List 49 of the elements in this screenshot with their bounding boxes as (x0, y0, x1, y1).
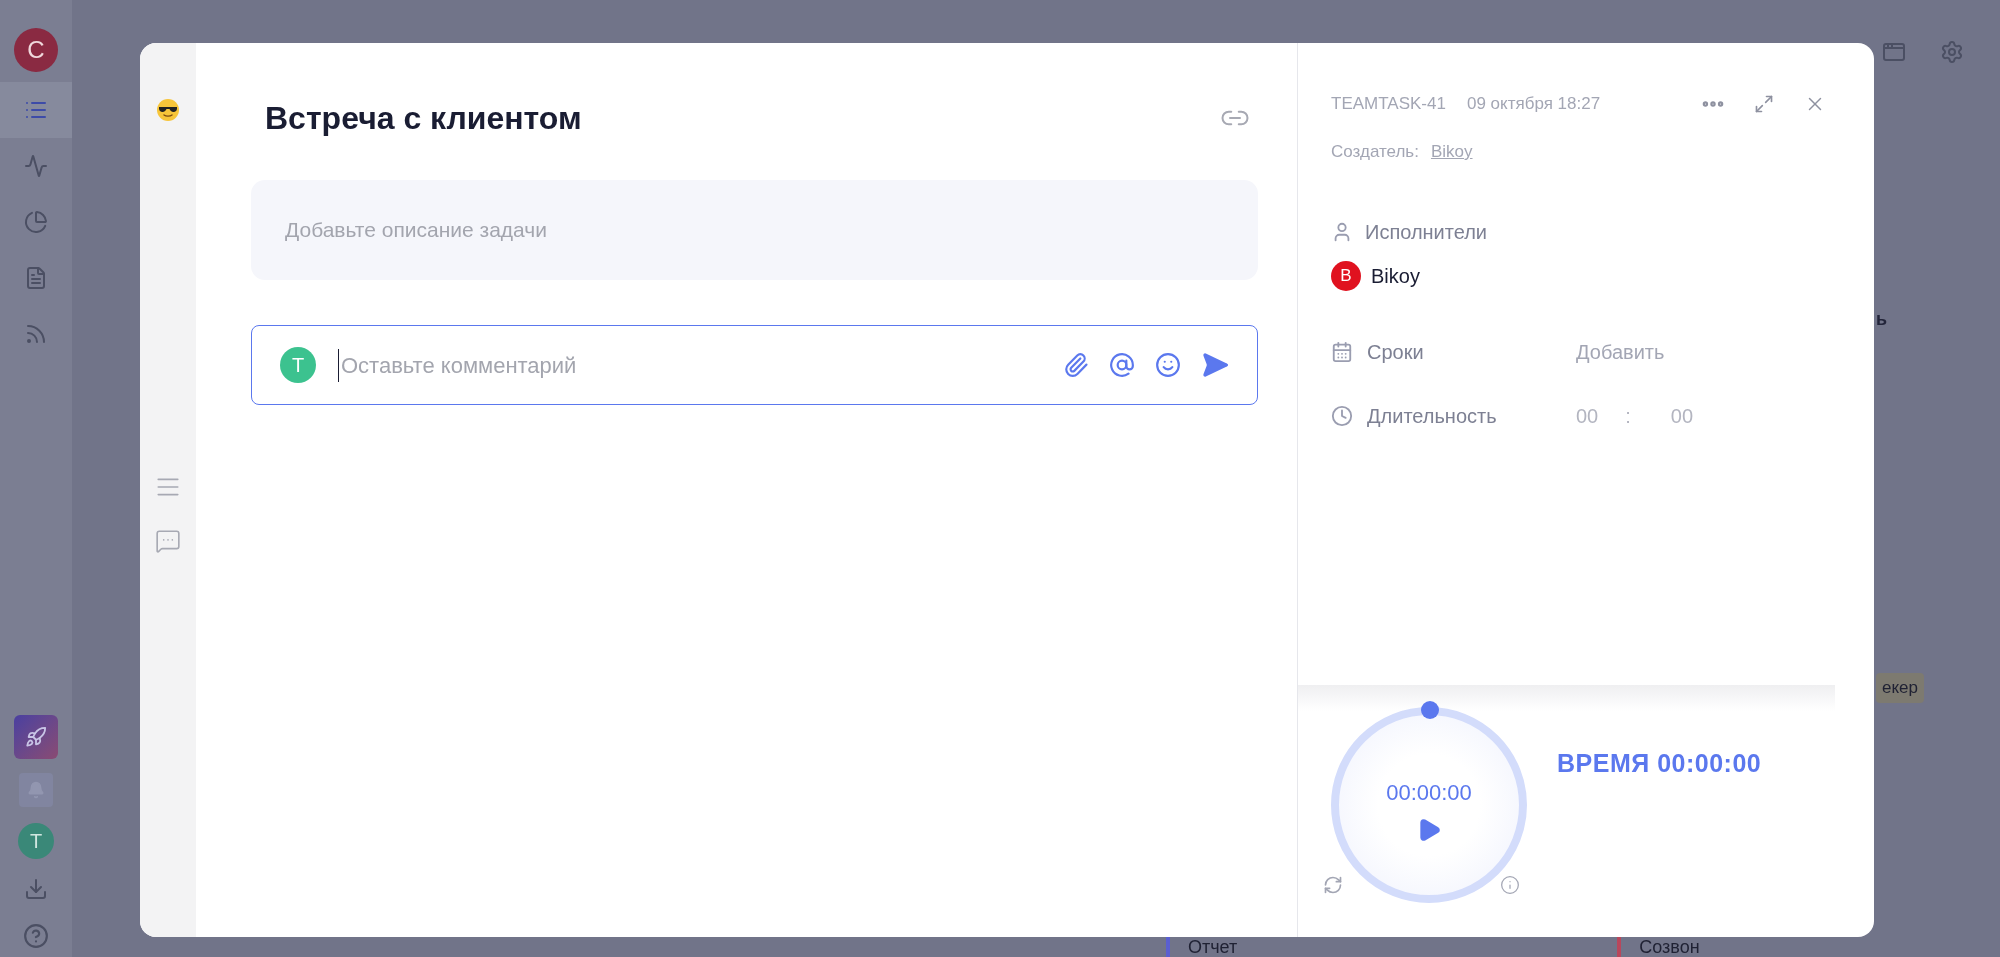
task-date: 09 октября 18:27 (1466, 93, 1601, 116)
deadline-label: Сроки (1367, 339, 1424, 365)
feed-icon (24, 322, 48, 346)
description-field[interactable]: Добавьте описание задачи (251, 180, 1258, 280)
calendar-icon (1331, 340, 1353, 363)
timer-display: 00:00:00 (1386, 778, 1472, 807)
task-title[interactable]: Встреча с клиентом (265, 98, 582, 138)
card-title: Отчет (1188, 937, 1238, 957)
comments-icon[interactable] (155, 528, 181, 554)
mention-icon[interactable] (1109, 352, 1135, 378)
activity-icon (24, 154, 48, 178)
tag: екер (1876, 673, 1924, 703)
send-icon[interactable] (1201, 351, 1229, 379)
window-icon[interactable] (1882, 40, 1906, 64)
nav-item[interactable] (14, 715, 58, 759)
rocket-icon (25, 726, 47, 748)
settings-icon[interactable] (1940, 40, 1964, 64)
notifications-button[interactable] (19, 773, 53, 807)
emoji-icon[interactable] (1155, 352, 1181, 378)
add-deadline-link[interactable]: Добавить (1576, 336, 1665, 367)
info-icon[interactable] (1500, 875, 1520, 895)
user-avatar: T (280, 347, 316, 383)
attach-icon[interactable] (1063, 352, 1089, 378)
comment-field[interactable]: T Оставьте комментарий (251, 325, 1258, 405)
reset-icon[interactable] (1323, 875, 1343, 895)
download-icon[interactable] (24, 877, 48, 901)
help-icon[interactable] (23, 923, 49, 949)
task-key: TEAMTASK-41 (1331, 91, 1446, 117)
creator-link[interactable]: Bikoy (1430, 139, 1473, 165)
hours-field[interactable]: 00 (1576, 400, 1599, 431)
minutes-field[interactable]: 00 (1670, 400, 1694, 431)
sunglasses-emoji-icon (156, 98, 180, 122)
time-separator: : (1625, 403, 1631, 429)
creator-label: Создатель: (1331, 141, 1419, 163)
user-avatar: B (1331, 260, 1361, 291)
dial-handle[interactable] (1421, 701, 1439, 719)
card-title: ь (1876, 308, 1888, 331)
expand-icon[interactable] (1754, 94, 1774, 114)
duration-label: Длительность (1367, 403, 1497, 429)
comment-input[interactable]: Оставьте комментарий (338, 348, 1041, 382)
clock-icon (1331, 404, 1353, 427)
user-avatar[interactable]: C (14, 28, 58, 72)
total-time: ВРЕМЯ 00:00:00 (1557, 748, 1762, 779)
user-avatar[interactable]: T (18, 823, 54, 859)
assignees-label: Исполнители (1365, 219, 1487, 245)
card-title: Созвон (1639, 937, 1700, 957)
document-icon (24, 266, 48, 290)
pie-chart-icon (24, 210, 48, 234)
assignee-name[interactable]: Bikoy (1371, 260, 1420, 291)
